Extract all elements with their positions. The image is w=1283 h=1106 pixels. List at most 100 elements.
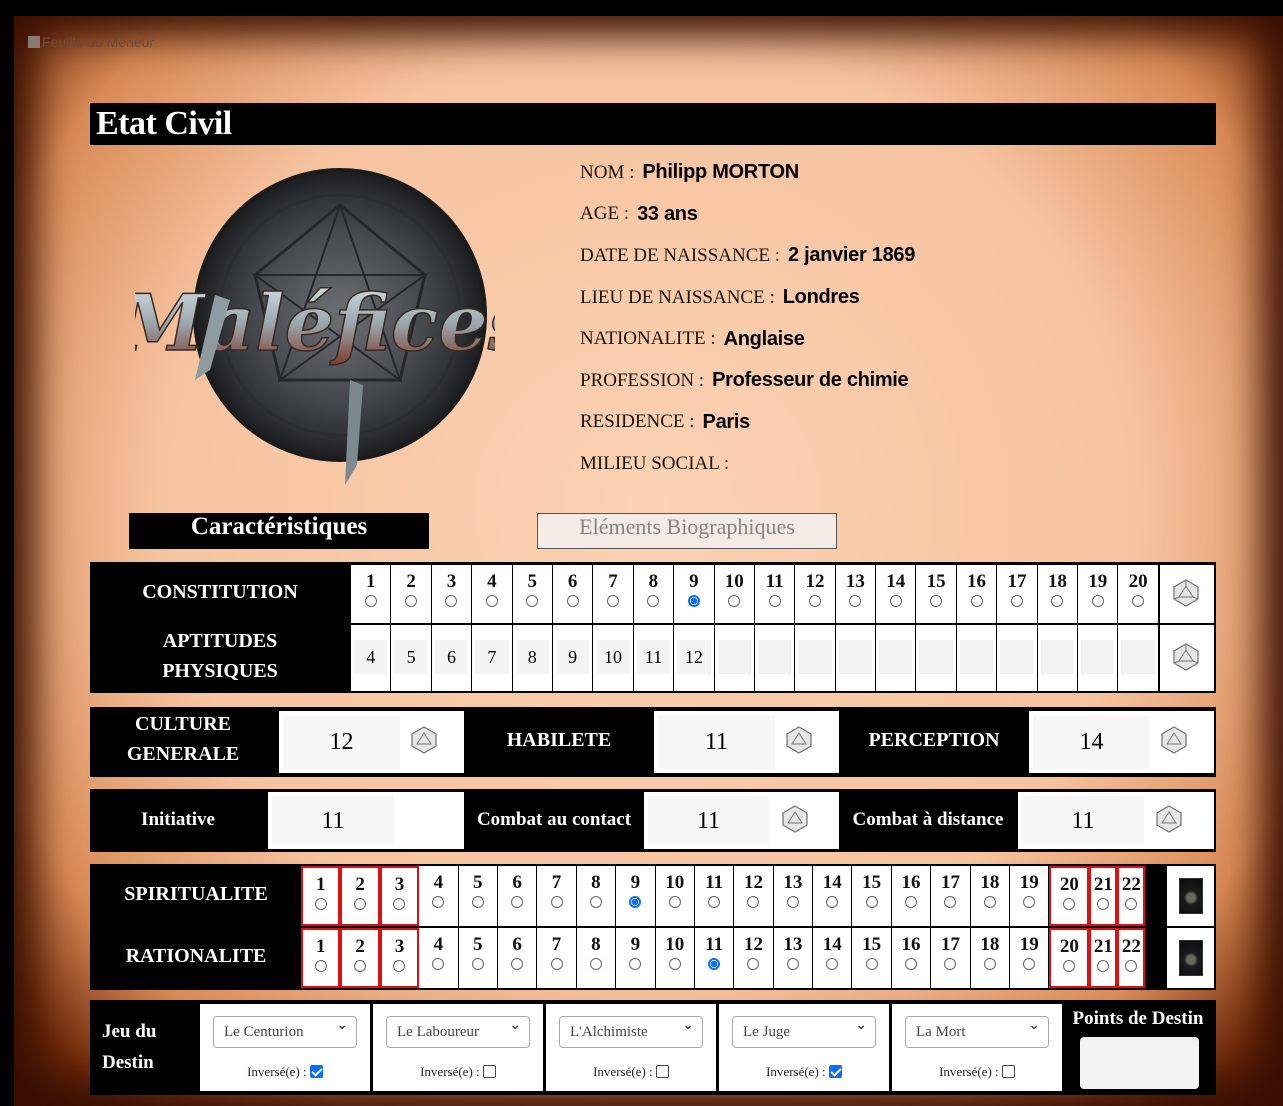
d20-dice-icon[interactable] xyxy=(784,725,814,755)
spiritualite-radio[interactable] xyxy=(314,898,327,910)
tarot-card-icon[interactable] xyxy=(1179,940,1203,976)
d20-dice-icon[interactable] xyxy=(1171,642,1201,672)
constitution-radio[interactable] xyxy=(1132,595,1145,607)
spiritualite-radio[interactable] xyxy=(983,896,996,908)
tab-elements-biographiques[interactable]: Eléments Biographiques xyxy=(537,513,837,549)
d20-dice-icon[interactable] xyxy=(1171,578,1201,608)
tarot-card-icon[interactable] xyxy=(1179,878,1203,914)
perception-value[interactable]: 14 xyxy=(1033,715,1150,769)
rationalite-radio[interactable] xyxy=(1063,960,1076,972)
spiritualite-radio[interactable] xyxy=(708,896,721,908)
rationalite-radio[interactable] xyxy=(589,958,602,970)
culture-value[interactable]: 12 xyxy=(283,715,400,769)
spiritualite-radio[interactable] xyxy=(1023,896,1036,908)
rationalite-radio[interactable] xyxy=(432,958,445,970)
habilete-value[interactable]: 11 xyxy=(658,715,775,769)
constitution-radio[interactable] xyxy=(1051,595,1064,607)
constitution-radio[interactable] xyxy=(849,595,862,607)
aptitudes-value[interactable]: 10 xyxy=(596,640,630,674)
spiritualite-radio[interactable] xyxy=(747,896,760,908)
aptitudes-value[interactable]: 6 xyxy=(434,640,469,674)
aptitudes-value[interactable] xyxy=(717,640,751,674)
aptitudes-value[interactable] xyxy=(1081,640,1115,674)
spiritualite-radio[interactable] xyxy=(629,896,642,908)
spiritualite-radio[interactable] xyxy=(589,896,602,908)
spiritualite-radio[interactable] xyxy=(786,896,799,908)
inverse-checkbox-5[interactable] xyxy=(1001,1065,1015,1078)
d20-dice-icon[interactable] xyxy=(1159,725,1189,755)
rationalite-radio[interactable] xyxy=(1125,960,1138,972)
card-select-1[interactable]: Le Centurion ⌄ xyxy=(213,1016,357,1048)
spiritualite-radio[interactable] xyxy=(471,896,484,908)
card-select-3[interactable]: L'Alchimiste ⌄ xyxy=(559,1016,703,1048)
aptitudes-value[interactable]: 7 xyxy=(475,640,509,674)
constitution-radio[interactable] xyxy=(687,595,700,607)
constitution-radio[interactable] xyxy=(768,595,781,607)
aptitudes-value[interactable]: 12 xyxy=(677,640,711,674)
constitution-radio[interactable] xyxy=(728,595,741,607)
inverse-checkbox-2[interactable] xyxy=(482,1065,496,1078)
combat-contact-value[interactable]: 11 xyxy=(648,796,769,845)
aptitudes-value[interactable] xyxy=(1000,640,1034,674)
aptitudes-value[interactable]: 9 xyxy=(555,640,590,674)
rationalite-radio[interactable] xyxy=(865,958,878,970)
combat-distance-value[interactable]: 11 xyxy=(1022,796,1144,845)
rationalite-radio[interactable] xyxy=(786,958,799,970)
constitution-radio[interactable] xyxy=(1091,595,1104,607)
rationalite-radio[interactable] xyxy=(708,958,721,970)
spiritualite-radio[interactable] xyxy=(1125,898,1138,910)
d20-dice-icon[interactable] xyxy=(780,804,810,834)
rationalite-radio[interactable] xyxy=(1097,960,1110,972)
aptitudes-value[interactable] xyxy=(838,640,873,674)
constitution-radio[interactable] xyxy=(970,595,983,607)
spiritualite-radio[interactable] xyxy=(944,896,957,908)
card-select-5[interactable]: La Mort ⌄ xyxy=(905,1016,1049,1048)
constitution-radio[interactable] xyxy=(607,595,620,607)
spiritualite-radio[interactable] xyxy=(905,896,918,908)
spiritualite-radio[interactable] xyxy=(550,896,563,908)
constitution-radio[interactable] xyxy=(566,595,579,607)
constitution-radio[interactable] xyxy=(445,595,458,607)
rationalite-radio[interactable] xyxy=(393,960,406,972)
aptitudes-value[interactable] xyxy=(959,640,994,674)
constitution-radio[interactable] xyxy=(485,595,498,607)
card-select-4[interactable]: Le Juge ⌄ xyxy=(732,1016,876,1048)
spiritualite-radio[interactable] xyxy=(393,898,406,910)
inverse-checkbox-1[interactable] xyxy=(309,1065,323,1078)
tab-caracteristiques[interactable]: Caractéristiques xyxy=(129,513,429,549)
spiritualite-radio[interactable] xyxy=(826,896,839,908)
rationalite-radio[interactable] xyxy=(905,958,918,970)
rationalite-radio[interactable] xyxy=(668,958,681,970)
inverse-checkbox-4[interactable] xyxy=(828,1065,842,1078)
rationalite-radio[interactable] xyxy=(944,958,957,970)
rationalite-radio[interactable] xyxy=(983,958,996,970)
spiritualite-radio[interactable] xyxy=(668,896,681,908)
rationalite-radio[interactable] xyxy=(314,960,327,972)
rationalite-radio[interactable] xyxy=(826,958,839,970)
aptitudes-value[interactable] xyxy=(919,640,953,674)
d20-dice-icon[interactable] xyxy=(409,725,439,755)
constitution-radio[interactable] xyxy=(364,595,377,607)
rationalite-radio[interactable] xyxy=(1023,958,1036,970)
constitution-radio[interactable] xyxy=(526,595,539,607)
rationalite-radio[interactable] xyxy=(747,958,760,970)
aptitudes-value[interactable]: 8 xyxy=(515,640,549,674)
rationalite-radio[interactable] xyxy=(511,958,524,970)
d20-dice-icon[interactable] xyxy=(1154,804,1184,834)
spiritualite-radio[interactable] xyxy=(1063,898,1076,910)
spiritualite-radio[interactable] xyxy=(1097,898,1110,910)
points-destin-input[interactable] xyxy=(1080,1037,1199,1089)
aptitudes-value[interactable] xyxy=(1040,640,1075,674)
initiative-value[interactable]: 11 xyxy=(272,796,394,845)
constitution-radio[interactable] xyxy=(647,595,660,607)
spiritualite-radio[interactable] xyxy=(865,896,878,908)
aptitudes-value[interactable] xyxy=(1121,640,1155,674)
rationalite-radio[interactable] xyxy=(550,958,563,970)
constitution-radio[interactable] xyxy=(808,595,821,607)
constitution-radio[interactable] xyxy=(889,595,902,607)
aptitudes-value[interactable] xyxy=(757,640,792,674)
card-select-2[interactable]: Le Laboureur ⌄ xyxy=(386,1016,530,1048)
inverse-checkbox-3[interactable] xyxy=(655,1065,669,1078)
aptitudes-value[interactable] xyxy=(798,640,832,674)
rationalite-radio[interactable] xyxy=(629,958,642,970)
